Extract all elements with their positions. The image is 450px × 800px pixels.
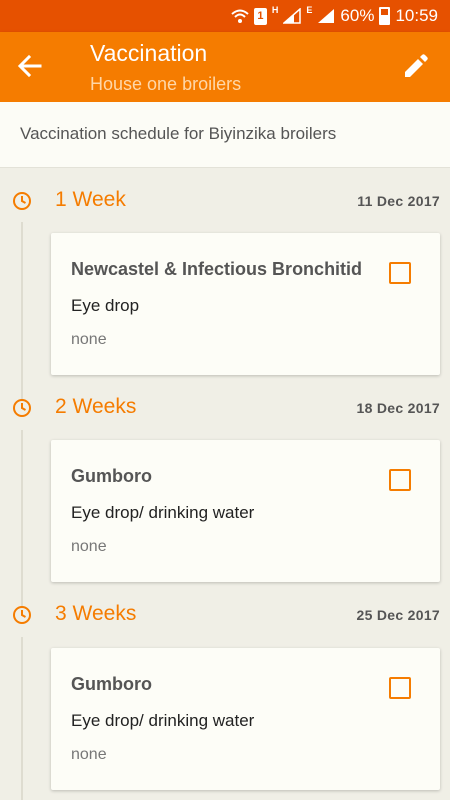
week-header: 2 Weeks 18 Dec 2017 <box>0 393 450 423</box>
vaccine-name: Newcastel & Infectious Bronchitid <box>71 259 363 279</box>
status-icons: 1 H E 60% 10:59 <box>231 4 438 28</box>
app-bar: Vaccination House one broilers <box>0 32 450 102</box>
sim-icon: 1 <box>253 7 267 25</box>
week-date: 25 Dec 2017 <box>356 607 440 623</box>
vaccine-note: none <box>71 331 107 348</box>
signal-icon-2 <box>317 8 335 24</box>
timeline-line <box>21 222 23 400</box>
vaccine-note: none <box>71 746 107 763</box>
week-label: 3 Weeks <box>55 602 137 625</box>
battery-icon <box>379 7 391 25</box>
clock-icon <box>12 605 32 625</box>
done-checkbox[interactable] <box>389 469 411 491</box>
week-label: 1 Week <box>55 188 126 211</box>
edit-pencil-icon[interactable] <box>402 52 430 80</box>
week-date: 18 Dec 2017 <box>356 400 440 416</box>
timeline-line <box>21 430 23 608</box>
vaccine-method: Eye drop <box>71 296 140 315</box>
vaccination-card: Gumboro Eye drop/ drinking water none <box>51 648 440 790</box>
signal-icon <box>283 8 302 24</box>
page-subtitle: House one broilers <box>90 74 242 94</box>
vaccine-method: Eye drop/ drinking water <box>71 503 255 522</box>
done-checkbox[interactable] <box>389 262 411 284</box>
clock-time: 10:59 <box>395 6 438 25</box>
vaccine-name: Gumboro <box>71 674 152 694</box>
week-label: 2 Weeks <box>55 395 137 418</box>
week-header: 1 Week 11 Dec 2017 <box>0 186 450 216</box>
back-arrow-icon[interactable] <box>16 52 44 80</box>
week-date: 11 Dec 2017 <box>357 193 440 209</box>
vaccination-card: Newcastel & Infectious Bronchitid Eye dr… <box>51 233 440 375</box>
vaccine-note: none <box>71 538 107 555</box>
schedule-description: Vaccination schedule for Biyinzika broil… <box>20 124 337 143</box>
timeline-line <box>21 637 23 800</box>
network-h-label: H <box>271 5 279 15</box>
vaccine-name: Gumboro <box>71 466 152 486</box>
battery-percent: 60% <box>340 6 375 25</box>
network-e-label: E <box>306 5 313 15</box>
clock-icon <box>12 398 32 418</box>
vaccination-card: Gumboro Eye drop/ drinking water none <box>51 440 440 582</box>
schedule-header: Vaccination schedule for Biyinzika broil… <box>0 102 450 168</box>
done-checkbox[interactable] <box>389 677 411 699</box>
page-title: Vaccination <box>90 40 208 66</box>
wifi-icon <box>231 8 249 24</box>
vaccine-method: Eye drop/ drinking water <box>71 711 255 730</box>
clock-icon <box>12 191 32 211</box>
status-bar: 1 H E 60% 10:59 <box>0 0 450 32</box>
week-header: 3 Weeks 25 Dec 2017 <box>0 600 450 630</box>
